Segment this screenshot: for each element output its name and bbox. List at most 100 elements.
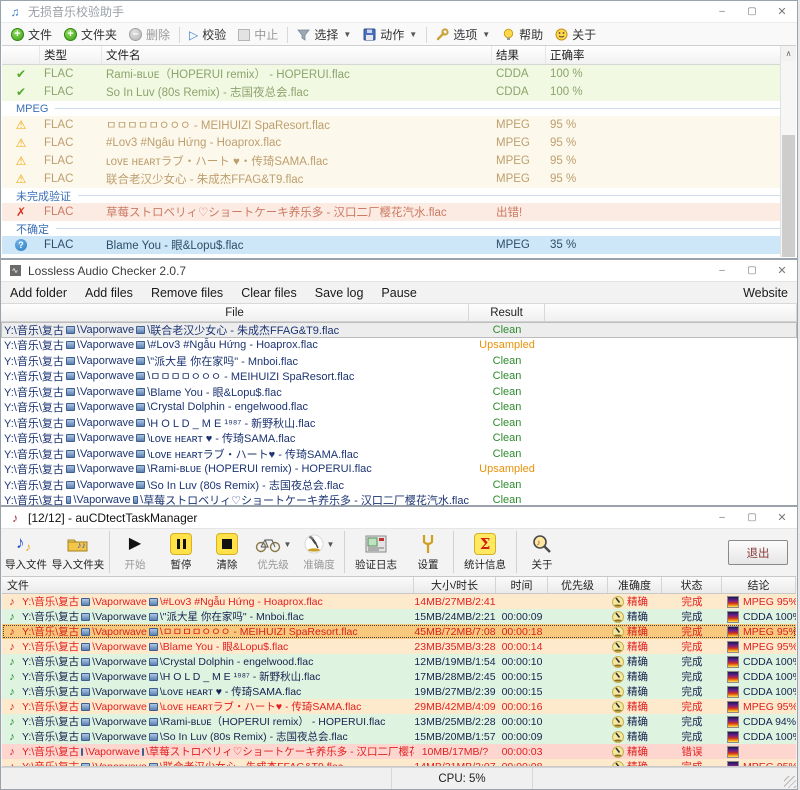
menu-website[interactable]: Website xyxy=(734,282,797,303)
action-button[interactable]: 动作▼ xyxy=(357,24,423,45)
col-header-file[interactable]: File xyxy=(1,304,469,321)
table-row[interactable]: ⚠FLAC联合老汉少女心 - 朱成杰FFAG&T9.flacMPEG95 % xyxy=(2,170,796,188)
toolbar-label: 文件 xyxy=(28,26,52,43)
path-prefix: Y:\音乐\复古 xyxy=(4,368,64,384)
table-row[interactable]: ♪Y:\音乐\复古\Vaporwave\联合老汉少女心 - 朱成杰FFAG&T9… xyxy=(2,759,796,767)
col-header[interactable]: 准确度 xyxy=(608,577,662,593)
scrollbar-thumb[interactable] xyxy=(782,135,795,257)
table-row[interactable]: ♪Y:\音乐\复古\Vaporwave\Crystal Dolphin - en… xyxy=(2,654,796,669)
table-row[interactable]: Y:\音乐\复古\Vaporwave\#Lov3 #Ngẫu Hứng - Ho… xyxy=(1,338,797,354)
menu-add-folder[interactable]: Add folder xyxy=(1,282,76,303)
table-row[interactable]: ♪Y:\音乐\复古\Vaporwave\Blame You - 眼&Lopu$.… xyxy=(2,639,796,654)
import-files-button[interactable]: ♪♪导入文件 xyxy=(3,531,49,572)
delete-button[interactable]: –删除 xyxy=(123,24,176,45)
close-button[interactable]: ✕ xyxy=(767,260,797,281)
table-row[interactable]: ♪Y:\音乐\复古\Vaporwave\ㅁㅁㅁㅁㅇㅇㅇ - MEIHUIZI S… xyxy=(2,624,796,639)
maximize-button[interactable]: ▢ xyxy=(737,260,767,281)
col-header[interactable]: 状态 xyxy=(662,577,722,593)
maximize-button[interactable]: ▢ xyxy=(737,507,767,528)
minimize-button[interactable]: – xyxy=(707,1,737,22)
add-folder-button[interactable]: +文件夹 xyxy=(58,24,123,45)
statistics-button[interactable]: Σ统计信息 xyxy=(456,531,514,572)
table-row[interactable]: ⚠FLACʟᴏᴠᴇ ʜᴇᴀʀᴛラブ・ハート ♥・传琦SAMA.flacMPEG9… xyxy=(2,152,796,170)
col-header[interactable]: 优先级 xyxy=(548,577,608,593)
win1-vertical-scrollbar[interactable]: ∧ xyxy=(780,46,796,257)
table-row[interactable]: ♪Y:\音乐\复古\Vaporwave\H O L D _ M E ¹⁹⁸⁷ -… xyxy=(2,669,796,684)
col-header[interactable]: 结论 xyxy=(722,577,796,593)
table-row[interactable]: ♪Y:\音乐\复古\Vaporwave\"派大星 你在家吗" - Mnboi.f… xyxy=(2,609,796,624)
col-header[interactable]: 类型 xyxy=(40,46,102,64)
chevron-down-icon[interactable]: ▼ xyxy=(327,540,335,549)
table-row[interactable]: Y:\音乐\复古\Vaporwave\Rami-ʙʟᴜᴇ (HOPERUI re… xyxy=(1,462,797,478)
exit-button[interactable]: 退出 xyxy=(728,540,788,565)
table-row[interactable]: Y:\音乐\复古\Vaporwave\H O L D _ M E ¹⁹⁸⁷ - … xyxy=(1,415,797,431)
close-button[interactable]: ✕ xyxy=(767,507,797,528)
col-header[interactable]: 文件 xyxy=(2,577,414,593)
table-row[interactable]: Y:\音乐\复古\Vaporwave\"派大星 你在家吗" - Mnboi.fl… xyxy=(1,353,797,369)
file-name: ㅁㅁㅁㅁㅇㅇㅇ - MEIHUIZI SpaResort.flac xyxy=(163,624,358,639)
select-button[interactable]: 选择▼ xyxy=(291,24,357,45)
col-header-result[interactable]: Result xyxy=(469,304,545,321)
scroll-up-arrow-icon[interactable]: ∧ xyxy=(781,46,796,61)
close-button[interactable]: ✕ xyxy=(767,1,797,22)
table-row[interactable]: Y:\音乐\复古\Vaporwave\ʟᴏᴠᴇ ʜᴇᴀʀᴛラブ・ハート♥ - 传… xyxy=(1,446,797,462)
conclusion-label: MPEG 95% xyxy=(743,641,796,653)
col-header[interactable]: 时间 xyxy=(496,577,548,593)
table-row[interactable]: ♪Y:\音乐\复古\Vaporwave\#Lov3 #Ngẫu Hứng - H… xyxy=(2,594,796,609)
cell-size-duration: 23MB/35MB/3:28 xyxy=(414,641,496,653)
table-row[interactable]: ⚠FLACㅁㅁㅁㅁㅁㅇㅇㅇ - MEIHUIZI SpaResort.flacM… xyxy=(2,116,796,134)
table-row[interactable]: Y:\音乐\复古\Vaporwave\Crystal Dolphin - eng… xyxy=(1,400,797,416)
verify-log-button[interactable]: 验证日志 xyxy=(347,531,405,572)
table-row[interactable]: ♪Y:\音乐\复古\Vaporwave\草莓ストロベリィ♡ショートケーキ养乐多 … xyxy=(2,744,796,759)
table-row[interactable]: Y:\音乐\复古\Vaporwave\Blame You - 眼&Lopu$.f… xyxy=(1,384,797,400)
table-row[interactable]: ♪Y:\音乐\复古\Vaporwave\ʟᴏᴠᴇ ʜᴇᴀʀᴛ ♥ - 传琦SAM… xyxy=(2,684,796,699)
table-row[interactable]: Y:\音乐\复古\Vaporwave\联合老汉少女心 - 朱成杰FFAG&T9.… xyxy=(1,322,797,338)
help-button[interactable]: 帮助 xyxy=(496,24,549,45)
table-row[interactable]: ✔FLACSo In Luv (80s Remix) - 志国夜总会.flacC… xyxy=(2,83,796,101)
table-row[interactable]: ♪Y:\音乐\复古\Vaporwave\ʟᴏᴠᴇ ʜᴇᴀʀᴛラブ・ハート♥ - … xyxy=(2,699,796,714)
win3-toolbar: ♪♪导入文件♪♪导入文件夹▶开始暂停清除▼优先级▼准确度验证日志设置Σ统计信息♪… xyxy=(1,528,797,578)
resize-grip[interactable] xyxy=(784,776,796,788)
menu-clear-files[interactable]: Clear files xyxy=(232,282,306,303)
table-row[interactable]: Y:\音乐\复古\Vaporwave\So In Luv (80s Remix)… xyxy=(1,477,797,493)
abort-button[interactable]: 中止 xyxy=(232,24,284,45)
verify-log-icon xyxy=(365,534,387,554)
menu-pause[interactable]: Pause xyxy=(372,282,425,303)
col-header[interactable]: 大小/时长 xyxy=(414,577,496,593)
priority-button[interactable]: ▼优先级 xyxy=(250,531,296,572)
import-folder-button[interactable]: ♪♪导入文件夹 xyxy=(49,531,107,572)
table-row[interactable]: ♪Y:\音乐\复古\Vaporwave\So In Luv (80s Remix… xyxy=(2,729,796,744)
menu-add-files[interactable]: Add files xyxy=(76,282,142,303)
menu-save-log[interactable]: Save log xyxy=(306,282,373,303)
maximize-button[interactable]: ▢ xyxy=(737,1,767,22)
win1-titlebar[interactable]: ♫ 无损音乐校验助手 –▢✕ xyxy=(1,1,797,22)
table-row[interactable]: ?FLACBlame You - 眼&Lopu$.flacMPEG35 % xyxy=(2,236,796,254)
col-header[interactable]: 文件名 xyxy=(102,46,492,64)
table-row[interactable]: ✗FLAC草莓ストロベリィ♡ショートケーキ养乐多 - 汉口二厂樱花汽水.flac… xyxy=(2,203,796,221)
options-button[interactable]: 选项▼ xyxy=(430,24,496,45)
add-file-button[interactable]: +文件 xyxy=(5,24,58,45)
table-row[interactable]: ♪Y:\音乐\复古\Vaporwave\Rami-ʙʟᴜᴇ（HOPERUI re… xyxy=(2,714,796,729)
win3-titlebar[interactable]: ♪ [12/12] - auCDtectTaskManager –▢✕ xyxy=(1,507,797,528)
minimize-button[interactable]: – xyxy=(707,507,737,528)
settings-button[interactable]: 设置 xyxy=(405,531,451,572)
verify-button[interactable]: ▷校验 xyxy=(183,24,232,45)
menu-remove-files[interactable]: Remove files xyxy=(142,282,232,303)
about-button[interactable]: 关于 xyxy=(549,24,602,45)
col-header[interactable]: 正确率 xyxy=(546,46,796,64)
accuracy-button[interactable]: ▼准确度 xyxy=(296,531,342,572)
win2-window-controls: –▢✕ xyxy=(707,260,797,281)
win2-titlebar[interactable]: ∿ Lossless Audio Checker 2.0.7 –▢✕ xyxy=(1,260,797,281)
about-button[interactable]: ♪关于 xyxy=(519,531,565,572)
table-row[interactable]: ⚠FLAC#Lov3 #Ngẫu Hứng - Hoaprox.flacMPEG… xyxy=(2,134,796,152)
table-row[interactable]: Y:\音乐\复古\Vaporwave\ʟᴏᴠᴇ ʜᴇᴀʀᴛ ♥ - 传琦SAMA… xyxy=(1,431,797,447)
table-row[interactable]: ✔FLACRami-ʙʟᴜᴇ（HOPERUI remix） - HOPERUI.… xyxy=(2,65,796,83)
table-row[interactable]: Y:\音乐\复古\Vaporwave\ㅁㅁㅁㅁㅇㅇㅇ - MEIHUIZI Sp… xyxy=(1,369,797,385)
path-prefix: Y:\音乐\复古 xyxy=(4,446,64,462)
pause-button[interactable]: 暂停 xyxy=(158,531,204,572)
col-header[interactable]: 结果 xyxy=(492,46,546,64)
minimize-button[interactable]: – xyxy=(707,260,737,281)
clear-button[interactable]: 清除 xyxy=(204,531,250,572)
start-button[interactable]: ▶开始 xyxy=(112,531,158,572)
chevron-down-icon[interactable]: ▼ xyxy=(284,540,292,549)
